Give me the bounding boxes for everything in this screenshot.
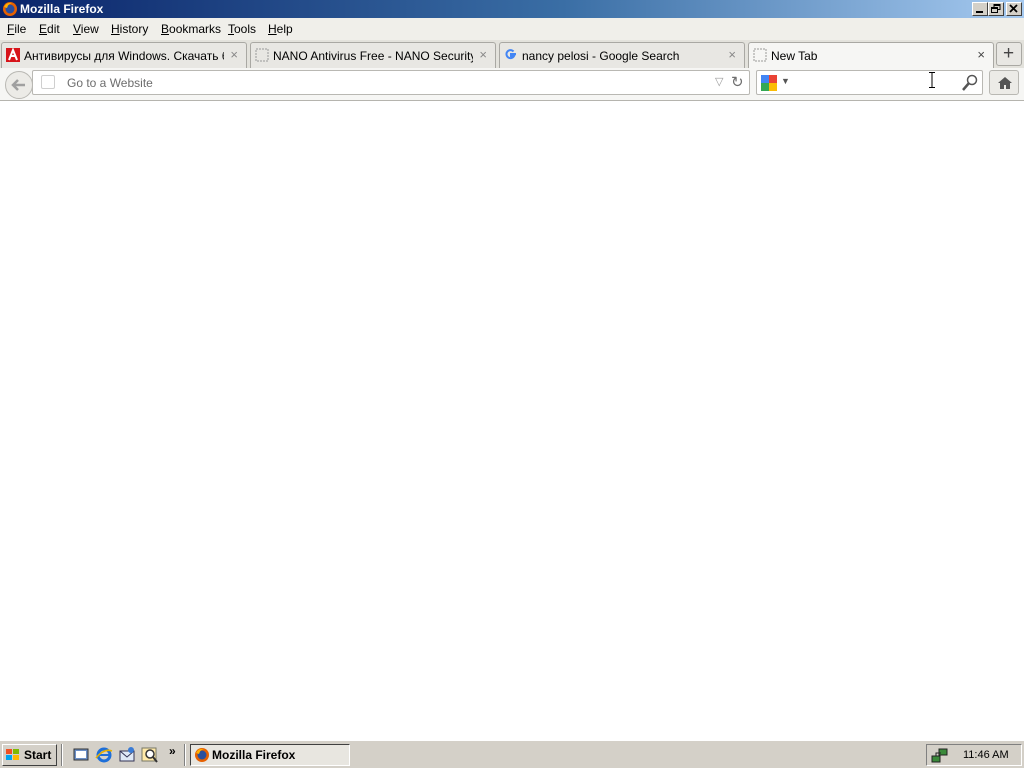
menu-edit[interactable]: Edit — [39, 22, 60, 36]
tab-label: NANO Antivirus Free - NANO Security Ltd. — [273, 49, 473, 63]
engine-dropdown-icon[interactable]: ▼ — [781, 76, 790, 86]
red-a-favicon-icon — [6, 48, 20, 62]
navigation-toolbar: ▽ ↻ ▼ — [0, 68, 1024, 101]
menu-edit-label: dit — [47, 22, 60, 36]
menu-file-label: ile — [14, 22, 27, 36]
blank-page-favicon-icon — [753, 48, 767, 62]
minimize-button[interactable] — [972, 2, 988, 16]
menu-bookmarks[interactable]: Bookmarks — [161, 22, 221, 36]
plus-icon: + — [1003, 43, 1015, 64]
window-titlebar[interactable]: Mozilla Firefox — [0, 0, 1024, 18]
tab-label: New Tab — [771, 49, 818, 63]
system-tray: 11:46 AM — [926, 744, 1022, 766]
tab-new-tab[interactable]: New Tab × — [748, 42, 994, 70]
firefox-icon — [195, 748, 209, 762]
windows-taskbar: Start » Mozilla Firefox 11:46 AM — [0, 740, 1024, 768]
show-desktop-icon[interactable] — [72, 746, 90, 764]
tab-close-icon[interactable]: × — [728, 47, 736, 62]
window-title: Mozilla Firefox — [20, 2, 104, 16]
menu-view[interactable]: View — [73, 22, 99, 36]
network-connection-icon[interactable] — [931, 747, 949, 765]
magnifier-icon[interactable] — [961, 74, 979, 92]
tab-antivirus-ru[interactable]: Антивирусы для Windows. Скачать бе... × — [1, 42, 247, 68]
internet-explorer-icon[interactable] — [95, 746, 113, 764]
search-tool-icon[interactable] — [141, 746, 159, 764]
url-input[interactable] — [65, 73, 705, 92]
menu-tools[interactable]: Tools — [228, 22, 256, 36]
outlook-express-icon[interactable] — [118, 746, 136, 764]
tab-strip: Антивирусы для Windows. Скачать бе... × … — [0, 40, 1024, 70]
menu-help-accel: H — [268, 22, 277, 36]
menu-file[interactable]: File — [7, 22, 26, 36]
new-tab-button[interactable]: + — [996, 42, 1022, 66]
tab-label: nancy pelosi - Google Search — [522, 49, 680, 63]
text-cursor-icon — [929, 72, 935, 88]
taskbar-firefox-label: Mozilla Firefox — [212, 748, 296, 762]
blank-page-favicon-icon — [255, 48, 269, 62]
menu-tools-label: ools — [234, 22, 257, 36]
site-identity-icon[interactable] — [41, 75, 55, 89]
menu-help-label: elp — [276, 22, 293, 36]
menu-history-label: istory — [119, 22, 149, 36]
menu-bookmarks-label: ookmarks — [169, 22, 222, 36]
firefox-icon — [3, 2, 17, 16]
menu-bar: File Edit View History Bookmarks Tools H… — [0, 18, 1024, 40]
google-engine-icon[interactable] — [761, 75, 777, 91]
close-icon — [1009, 4, 1018, 13]
menu-view-accel: V — [73, 22, 81, 36]
tab-close-icon[interactable]: × — [977, 47, 985, 62]
start-label: Start — [24, 748, 52, 762]
tab-nano-antivirus[interactable]: NANO Antivirus Free - NANO Security Ltd.… — [250, 42, 496, 68]
tab-label: Антивирусы для Windows. Скачать бе... — [24, 49, 224, 63]
address-bar[interactable]: ▽ ↻ — [32, 70, 750, 95]
start-button[interactable]: Start — [2, 744, 57, 766]
google-favicon-icon — [505, 49, 516, 60]
minimize-icon — [976, 11, 983, 13]
menu-bookmarks-accel: B — [161, 22, 170, 36]
search-input[interactable] — [791, 73, 951, 92]
search-bar[interactable]: ▼ — [756, 70, 983, 95]
menu-help[interactable]: Help — [268, 22, 293, 36]
taskbar-separator — [61, 744, 63, 766]
back-button[interactable] — [5, 71, 33, 99]
tab-close-icon[interactable]: × — [230, 47, 238, 62]
restore-button[interactable] — [988, 2, 1004, 16]
menu-view-label: iew — [80, 22, 99, 36]
taskbar-separator — [184, 744, 186, 766]
home-icon — [998, 77, 1012, 89]
back-arrow-icon — [11, 79, 25, 91]
page-content[interactable] — [0, 102, 1024, 740]
quicklaunch-overflow-icon[interactable]: » — [169, 744, 176, 758]
taskbar-clock[interactable]: 11:46 AM — [963, 749, 1009, 761]
taskbar-firefox-button[interactable]: Mozilla Firefox — [190, 744, 350, 766]
menu-history[interactable]: History — [111, 22, 148, 36]
tab-close-icon[interactable]: × — [479, 47, 487, 62]
home-button[interactable] — [989, 70, 1019, 95]
windows-flag-icon — [6, 749, 19, 760]
tab-google-search[interactable]: nancy pelosi - Google Search × — [499, 42, 745, 68]
reload-icon[interactable]: ↻ — [731, 73, 744, 91]
restore-icon — [991, 4, 1001, 13]
menu-edit-accel: E — [39, 22, 48, 36]
history-dropdown-icon[interactable]: ▽ — [715, 75, 723, 88]
close-window-button[interactable] — [1006, 2, 1022, 16]
menu-history-accel: H — [111, 22, 120, 36]
